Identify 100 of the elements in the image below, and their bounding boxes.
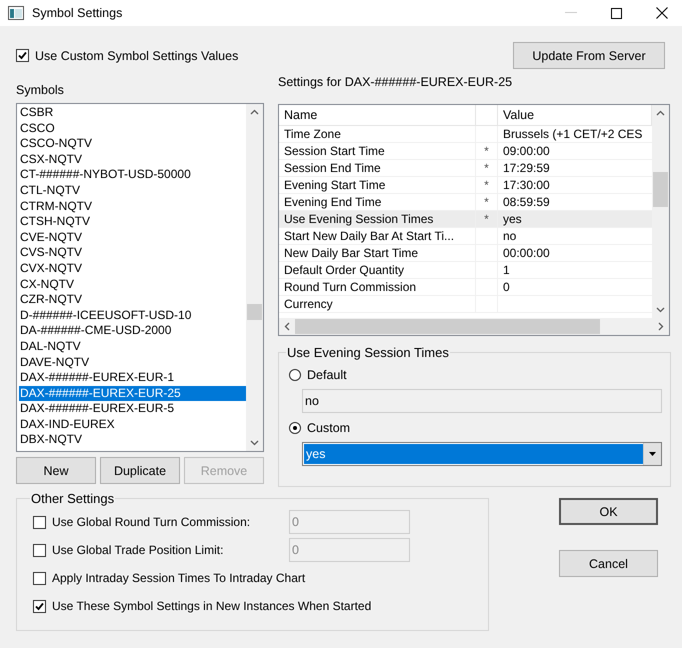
table-row[interactable]: Session Start Time * 09:00:00: [279, 143, 652, 160]
radio-button[interactable]: [289, 369, 301, 381]
setting-checkbox[interactable]: Use Global Round Turn Commission:: [33, 515, 289, 529]
table-cell: Session Start Time: [284, 144, 385, 158]
symbol-item[interactable]: CSCO-NQTV: [19, 136, 246, 152]
scroll-thumb[interactable]: [247, 304, 262, 320]
default-value-field[interactable]: no: [302, 389, 662, 413]
radio-button[interactable]: [289, 422, 301, 434]
scroll-up-icon[interactable]: [250, 109, 259, 115]
scroll-right-icon[interactable]: [658, 322, 664, 331]
column-header[interactable]: Name: [279, 105, 476, 125]
table-row[interactable]: Session End Time * 17:29:59: [279, 160, 652, 177]
table-row[interactable]: Use Evening Session Times * yes: [279, 211, 652, 228]
table-row[interactable]: Currency: [279, 296, 652, 313]
checkbox-label: Use Global Round Turn Commission:: [52, 515, 250, 529]
scroll-up-icon[interactable]: [656, 110, 665, 116]
table-row[interactable]: Round Turn Commission 0: [279, 279, 652, 296]
table-cell: Brussels (+1 CET/+2 CES: [503, 127, 642, 141]
table-cell: Evening End Time: [284, 195, 382, 209]
scroll-down-icon[interactable]: [250, 440, 259, 446]
symbol-item[interactable]: CTSH-NQTV: [19, 214, 246, 230]
checkbox[interactable]: [33, 600, 46, 612]
table-row[interactable]: Evening Start Time * 17:30:00: [279, 177, 652, 194]
symbol-item[interactable]: DA-######-CME-USD-2000: [19, 323, 246, 339]
symbol-item[interactable]: DAVE-NQTV: [19, 354, 246, 370]
symbol-item[interactable]: DAL-NQTV: [19, 338, 246, 354]
symbol-item[interactable]: DAX-######-EUREX-EUR-1: [19, 370, 246, 386]
option-radio[interactable]: Default: [289, 366, 662, 384]
symbol-item[interactable]: CSX-NQTV: [19, 152, 246, 168]
list-action-button[interactable]: New: [16, 457, 96, 484]
symbol-item[interactable]: CVE-NQTV: [19, 230, 246, 246]
symbol-item[interactable]: DBX-NQTV: [19, 432, 246, 448]
modified-marker: *: [484, 212, 489, 226]
dialog-button[interactable]: Cancel: [559, 550, 658, 577]
scroll-left-icon[interactable]: [284, 322, 290, 331]
symbol-item[interactable]: CZR-NQTV: [19, 292, 246, 308]
settings-title: Settings for DAX-######-EUREX-EUR-25: [278, 75, 514, 91]
scrollbar[interactable]: [652, 105, 669, 318]
checkbox[interactable]: [33, 516, 46, 528]
scroll-thumb[interactable]: [653, 172, 668, 207]
dropdown-arrow-icon: [649, 452, 656, 456]
symbol-item[interactable]: DAX-######-EUREX-EUR-5: [19, 401, 246, 417]
radio-label: Custom: [307, 421, 350, 435]
dialog-button[interactable]: OK: [559, 498, 658, 525]
table-row[interactable]: New Daily Bar Start Time 00:00:00: [279, 245, 652, 262]
symbol-item[interactable]: CT-######-NYBOT-USD-50000: [19, 167, 246, 183]
symbol-item[interactable]: CVX-NQTV: [19, 260, 246, 277]
table-cell: Time Zone: [284, 127, 341, 141]
table-cell: Evening Start Time: [284, 178, 386, 192]
custom-value-dropdown[interactable]: yes: [302, 442, 662, 466]
symbol-item[interactable]: DAX-######-EUREX-EUR-25: [19, 386, 246, 402]
window-title: Symbol Settings: [32, 6, 122, 20]
checkbox[interactable]: [33, 572, 46, 584]
symbols-label: Symbols: [16, 83, 65, 99]
group-title: Use Evening Session Times: [286, 345, 450, 360]
modified-marker: *: [484, 178, 489, 192]
table-cell: no: [503, 229, 516, 243]
table-row[interactable]: Time Zone Brussels (+1 CET/+2 CES: [279, 126, 652, 143]
table-cell: Round Turn Commission: [284, 280, 416, 294]
symbol-item[interactable]: D-######-ICEEUSOFT-USD-10: [19, 308, 246, 324]
table-cell: Use Evening Session Times: [284, 212, 434, 226]
symbol-item[interactable]: CTRM-NQTV: [19, 198, 246, 214]
table-cell: New Daily Bar Start Time: [284, 246, 418, 260]
table-cell: 0: [503, 280, 510, 294]
symbol-item[interactable]: CX-NQTV: [19, 276, 246, 292]
checkbox[interactable]: [33, 544, 46, 556]
scroll-thumb[interactable]: [295, 319, 600, 334]
table-cell: 17:30:00: [503, 178, 550, 192]
update-from-server-button[interactable]: Update From Server: [513, 42, 665, 69]
table-cell: yes: [503, 212, 522, 226]
table-cell: 00:00:00: [503, 246, 550, 260]
table-row[interactable]: Default Order Quantity 1: [279, 262, 652, 279]
option-radio[interactable]: Custom: [289, 419, 662, 437]
table-cell: 1: [503, 263, 510, 277]
checkbox-label: Use Global Trade Position Limit:: [52, 543, 224, 557]
table-cell: Currency: [284, 297, 333, 311]
group-title: Other Settings: [30, 491, 116, 506]
radio-label: Default: [307, 368, 347, 382]
symbol-item[interactable]: CVS-NQTV: [19, 245, 246, 261]
symbol-item[interactable]: DAX-IND-EUREX: [19, 416, 246, 432]
app-icon: [8, 6, 24, 20]
list-action-button[interactable]: Duplicate: [100, 457, 180, 484]
setting-checkbox[interactable]: Use Global Trade Position Limit:: [33, 543, 289, 557]
checkbox[interactable]: [16, 49, 29, 62]
table-row[interactable]: Start New Daily Bar At Start Ti... no: [279, 228, 652, 245]
table-cell: 09:00:00: [503, 144, 550, 158]
scrollbar[interactable]: [279, 318, 669, 335]
close-icon[interactable]: [656, 7, 668, 19]
scrollbar[interactable]: [246, 104, 263, 451]
maximize-icon[interactable]: [611, 8, 622, 18]
table-cell: 08:59:59: [503, 195, 550, 209]
modified-marker: *: [484, 195, 489, 209]
modified-marker: *: [484, 144, 489, 158]
symbol-item[interactable]: CSBR: [19, 105, 246, 121]
table-cell: Default Order Quantity: [284, 263, 404, 277]
table-cell: Session End Time: [284, 161, 381, 175]
symbol-item[interactable]: CTL-NQTV: [19, 182, 246, 199]
symbol-item[interactable]: CSCO: [19, 120, 246, 136]
modified-marker: *: [484, 161, 489, 175]
scroll-down-icon[interactable]: [656, 307, 665, 313]
